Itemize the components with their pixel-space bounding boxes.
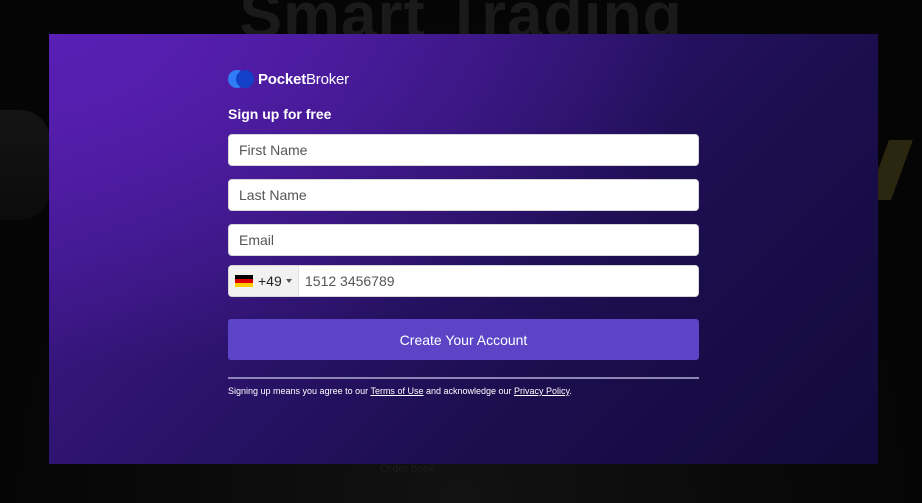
first-name-field-wrapper bbox=[228, 134, 699, 166]
first-name-input[interactable] bbox=[229, 135, 698, 165]
germany-flag-icon bbox=[235, 275, 253, 287]
email-input[interactable] bbox=[229, 225, 698, 255]
signup-modal: PocketBroker Sign up for free +49 bbox=[49, 34, 878, 464]
form-heading: Sign up for free bbox=[228, 106, 332, 122]
signup-form: PocketBroker Sign up for free +49 bbox=[228, 68, 699, 396]
legal-suffix: . bbox=[569, 386, 572, 396]
caret-down-icon bbox=[285, 279, 292, 283]
dial-code: +49 bbox=[258, 273, 282, 289]
pocketbroker-logo-icon bbox=[228, 70, 254, 88]
background-fragment: Order book bbox=[380, 463, 436, 475]
terms-of-use-link[interactable]: Terms of Use bbox=[370, 386, 423, 396]
form-divider bbox=[228, 377, 699, 379]
email-field-wrapper bbox=[228, 224, 699, 256]
background-decoration-left bbox=[0, 110, 50, 220]
phone-input[interactable] bbox=[299, 266, 698, 296]
phone-field-wrapper: +49 bbox=[228, 265, 699, 297]
legal-middle: and acknowledge our bbox=[423, 386, 515, 396]
privacy-policy-link[interactable]: Privacy Policy bbox=[514, 386, 569, 396]
brand-logo: PocketBroker bbox=[228, 68, 699, 90]
country-code-selector[interactable]: +49 bbox=[229, 266, 299, 296]
page-background: Smart Trading Order book PocketBroker Si… bbox=[0, 0, 922, 503]
legal-prefix: Signing up means you agree to our bbox=[228, 386, 371, 396]
create-account-button[interactable]: Create Your Account bbox=[228, 319, 699, 360]
brand-name: PocketBroker bbox=[258, 71, 349, 88]
brand-name-light: Broker bbox=[306, 70, 349, 88]
last-name-field-wrapper bbox=[228, 179, 699, 211]
last-name-input[interactable] bbox=[229, 180, 698, 210]
legal-notice: Signing up means you agree to our Terms … bbox=[228, 386, 699, 396]
brand-name-bold: Pocket bbox=[258, 70, 306, 88]
